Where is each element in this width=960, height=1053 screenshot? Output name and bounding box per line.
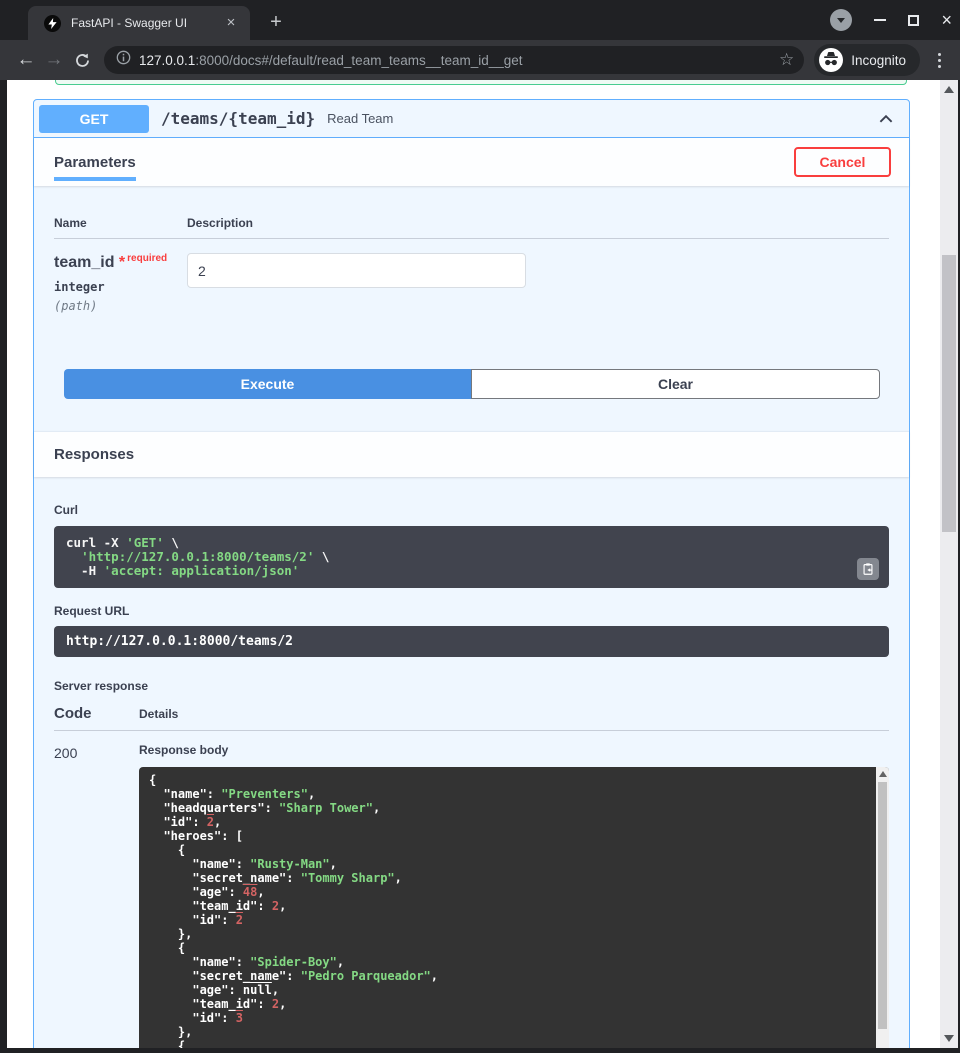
fastapi-favicon-icon (44, 15, 61, 32)
forward-button[interactable]: → (40, 46, 68, 74)
incognito-badge: Incognito (814, 44, 920, 76)
description-column-header: Description (187, 216, 253, 230)
responses-header: Responses (34, 431, 909, 477)
bookmark-star-icon[interactable]: ☆ (779, 50, 794, 70)
swagger-page: GET /teams/{team_id} Read Team Parameter… (7, 80, 940, 1048)
execute-button[interactable]: Execute (64, 369, 471, 399)
copy-curl-button[interactable] (857, 558, 879, 580)
page-scroll-up-arrow-icon[interactable] (944, 86, 954, 93)
browser-menu-button[interactable] (926, 46, 952, 74)
parameter-type: integer (54, 280, 187, 294)
parameters-section: Name Description team_id *required integ… (34, 186, 909, 399)
execute-row: Execute Clear (64, 369, 880, 399)
responses-section: Curl curl -X 'GET' \ 'http://127.0.0.1:8… (34, 477, 909, 1048)
curl-command-block: curl -X 'GET' \ 'http://127.0.0.1:8000/t… (54, 526, 889, 588)
endpoint-path: /teams/{team_id} (161, 109, 315, 128)
chevron-down-icon (837, 18, 845, 23)
opblock-summary[interactable]: GET /teams/{team_id} Read Team (34, 100, 909, 138)
minimize-button[interactable] (874, 19, 886, 21)
response-row: 200 Response body { "name": "Preventers"… (54, 743, 889, 1048)
code-column-header: Code (54, 705, 139, 722)
response-scrollbar[interactable] (876, 767, 889, 1048)
tab-search-button[interactable] (830, 9, 852, 31)
back-button[interactable]: ← (12, 46, 40, 74)
clear-button[interactable]: Clear (471, 369, 880, 399)
required-asterisk: * (119, 254, 125, 271)
active-tab-indicator (54, 177, 136, 181)
page-scrollbar-thumb[interactable] (942, 255, 956, 532)
name-column-header: Name (54, 216, 187, 230)
url-path: :8000/docs#/default/read_team_teams__tea… (195, 53, 522, 68)
site-info-icon[interactable] (116, 50, 131, 70)
get-teams-opblock: GET /teams/{team_id} Read Team Parameter… (33, 99, 910, 1048)
request-url-value: http://127.0.0.1:8000/teams/2 (54, 626, 889, 657)
request-url-label: Request URL (54, 604, 889, 618)
url-host: 127.0.0.1 (139, 53, 195, 68)
team-id-input[interactable] (187, 253, 526, 288)
incognito-icon (819, 48, 843, 72)
scroll-up-arrow-icon[interactable] (879, 771, 887, 777)
page-scrollbar[interactable] (940, 80, 958, 1048)
previous-endpoint-remnant[interactable] (55, 80, 907, 85)
parameter-row: team_id *required integer (path) (54, 253, 889, 313)
incognito-label: Incognito (851, 53, 906, 68)
address-bar[interactable]: 127.0.0.1:8000/docs#/default/read_team_t… (104, 46, 804, 74)
parameters-tab-label: Parameters (54, 154, 136, 171)
details-column-header: Details (139, 707, 178, 721)
window-close-button[interactable]: × (941, 14, 952, 26)
server-response-label: Server response (54, 679, 889, 693)
window-controls: × (830, 0, 952, 40)
tab-title: FastAPI - Swagger UI (71, 16, 222, 30)
tab-parameters[interactable]: Parameters (54, 138, 136, 186)
page-scroll-down-arrow-icon[interactable] (944, 1035, 954, 1042)
maximize-button[interactable] (908, 15, 919, 26)
parameter-name: team_id *required (54, 253, 187, 272)
responses-title: Responses (54, 446, 134, 463)
parameter-location: (path) (54, 299, 187, 313)
tab-strip: FastAPI - Swagger UI × + × (0, 0, 960, 40)
url-text[interactable]: 127.0.0.1:8000/docs#/default/read_team_t… (139, 53, 773, 68)
response-body-block: { "name": "Preventers", "headquarters": … (139, 767, 889, 1048)
status-code: 200 (54, 743, 139, 1048)
required-label: required (127, 253, 167, 264)
new-tab-button[interactable]: + (262, 9, 290, 37)
browser-toolbar: ← → 127.0.0.1:8000/docs#/default/read_te… (0, 40, 960, 80)
response-table-divider (54, 730, 889, 731)
parameters-header: Parameters Cancel (34, 138, 909, 186)
method-badge: GET (39, 105, 149, 133)
response-scrollbar-thumb[interactable] (878, 782, 887, 1029)
curl-label: Curl (54, 503, 889, 517)
table-divider (54, 238, 889, 239)
browser-tab[interactable]: FastAPI - Swagger UI × (28, 6, 250, 40)
response-json: { "name": "Preventers", "headquarters": … (139, 767, 889, 1048)
cancel-button[interactable]: Cancel (794, 147, 891, 177)
tab-close-icon[interactable]: × (222, 14, 240, 32)
response-body-label: Response body (139, 743, 889, 757)
collapse-chevron-icon[interactable] (877, 110, 895, 128)
reload-button[interactable] (68, 46, 96, 74)
endpoint-summary: Read Team (327, 111, 393, 126)
